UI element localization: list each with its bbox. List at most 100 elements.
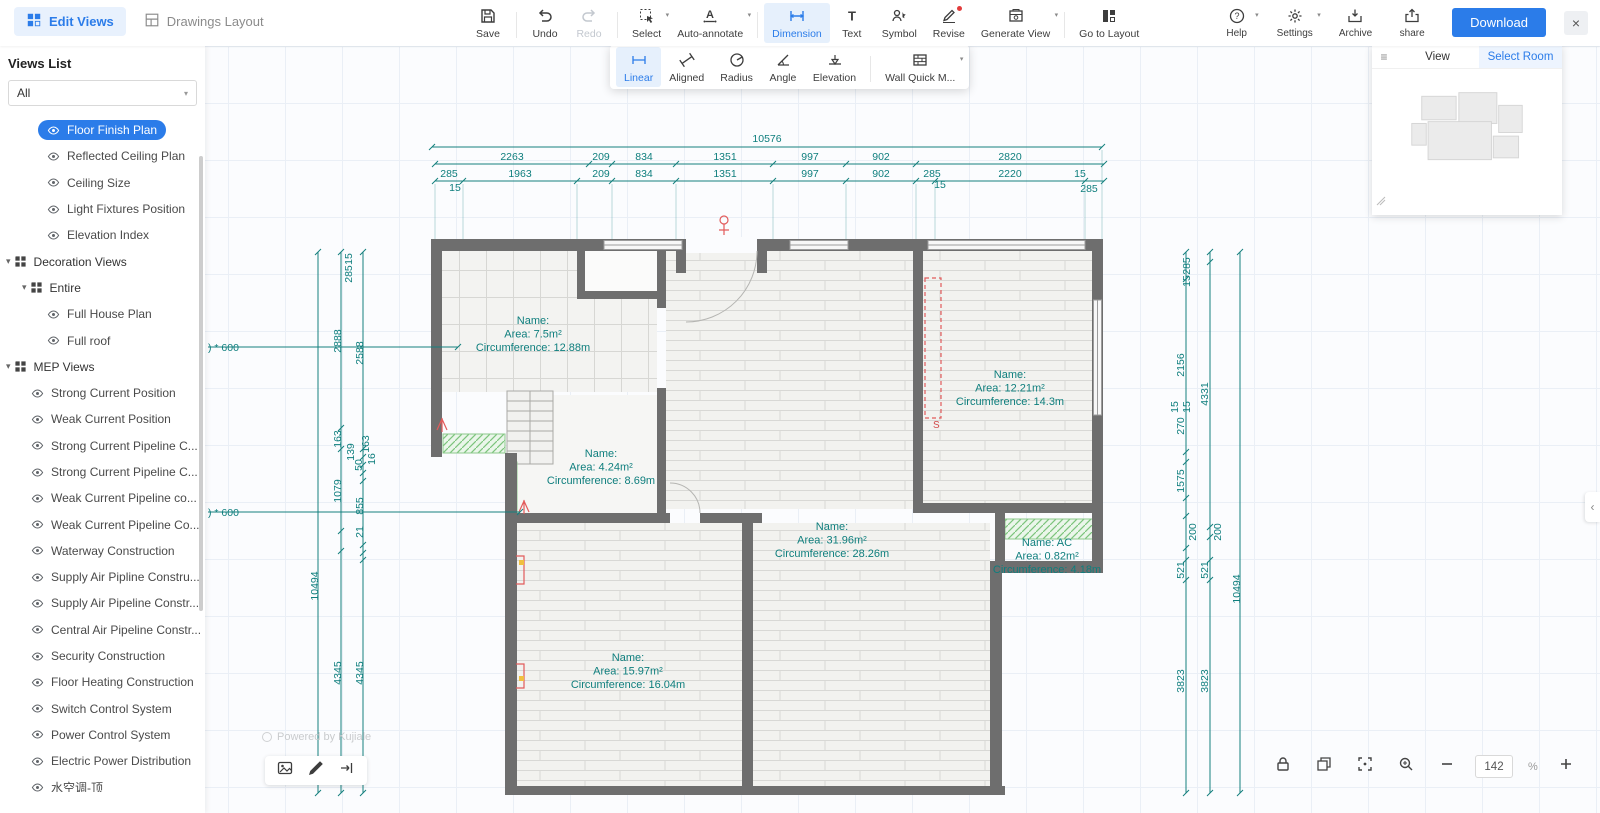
drawings-layout-tab[interactable]: Drawings Layout [144, 12, 264, 31]
tab-view[interactable]: View [1396, 45, 1479, 68]
symbol-icon [890, 7, 908, 25]
view-item-label: MEP Views [34, 360, 95, 374]
zoom-area-button[interactable] [1393, 755, 1419, 778]
settings-button[interactable]: Settings▾ [1269, 3, 1321, 42]
dimension-button[interactable]: Dimension [764, 3, 830, 43]
view-item-row[interactable]: Central Air Pipeline Constr... [0, 617, 205, 643]
generate-view-button[interactable]: Generate View▾ [973, 3, 1058, 43]
drawing-canvas[interactable] [0, 46, 1600, 813]
linear-icon [630, 51, 648, 69]
toolbar-separator [516, 12, 517, 38]
view-icon [47, 176, 60, 189]
redo-icon [580, 7, 598, 25]
go-to-layout-button[interactable]: Go to Layout [1071, 3, 1147, 43]
markup-button[interactable] [303, 759, 329, 782]
redo-button[interactable]: Redo [567, 3, 611, 43]
views-filter-dropdown[interactable]: All ▾ [8, 80, 197, 106]
symbol-button[interactable]: Symbol [874, 3, 925, 43]
view-item-row[interactable]: Floor Heating Construction [0, 669, 205, 695]
panel-collapse-handle[interactable]: ‹ [1585, 492, 1600, 522]
view-item-row[interactable]: Switch Control System [0, 696, 205, 722]
aligned-button[interactable]: Aligned [661, 47, 712, 87]
view-item-row[interactable]: Full House Plan [0, 301, 205, 327]
image-button[interactable] [272, 759, 298, 782]
view-item-row[interactable]: Light Fixtures Position [0, 196, 205, 222]
undo-button[interactable]: Undo [523, 3, 567, 43]
drawings-layout-icon [144, 12, 160, 31]
view-item-content: Strong Current Position [22, 383, 185, 403]
archive-button[interactable]: Archive [1331, 3, 1380, 42]
view-item-row[interactable]: Full roof [0, 327, 205, 353]
angle-button[interactable]: Angle [761, 47, 805, 87]
view-item-content: Decoration Views [14, 252, 136, 272]
view-item-row[interactable]: Waterway Construction [0, 538, 205, 564]
view-item-row[interactable]: Weak Current Pipeline Co... [0, 511, 205, 537]
chevron-down-icon[interactable]: ▾ [22, 282, 27, 293]
mini-map[interactable] [1372, 69, 1562, 214]
view-icon [47, 150, 60, 163]
view-item-row[interactable]: Strong Current Pipeline C... [0, 459, 205, 485]
view-item-row[interactable]: Weak Current Position [0, 406, 205, 432]
fit-screen-button[interactable] [1352, 755, 1378, 778]
view-item-row[interactable]: Ceiling Size [0, 170, 205, 196]
view-item-row[interactable]: Strong Current Position [0, 380, 205, 406]
views-group-row[interactable]: ▾ Entire [0, 275, 205, 301]
view-item-row[interactable]: Weak Current Pipeline co... [0, 485, 205, 511]
image-icon [276, 759, 294, 782]
panel-resize-handle[interactable] [1376, 193, 1386, 211]
view-icon [31, 387, 44, 400]
view-item-row[interactable]: Power Control System [0, 722, 205, 748]
chevron-down-icon[interactable]: ▾ [6, 361, 11, 372]
chevron-down-icon[interactable]: ▾ [6, 256, 11, 267]
view-item-label: Supply Air Pipline Constru... [51, 570, 200, 584]
mini-map-plan [1381, 83, 1553, 201]
zoom-out-button[interactable] [1434, 755, 1460, 778]
lock-button[interactable] [1270, 755, 1296, 778]
save-icon [479, 7, 497, 25]
views-group-row[interactable]: ▾ MEP Views [0, 354, 205, 380]
zoom-level-input[interactable] [1475, 755, 1513, 778]
layers-icon [1315, 755, 1333, 778]
view-item-row[interactable]: Electric Power Distribution [0, 748, 205, 774]
panel-menu-icon[interactable]: ≡ [1372, 45, 1396, 68]
elevation-button[interactable]: Elevation [805, 47, 864, 87]
text-button[interactable]: TText [830, 3, 874, 43]
views-group-row[interactable]: ▾Decoration Views [0, 248, 205, 274]
view-panel-header: ≡ View Select Room [1372, 45, 1562, 69]
view-icon [47, 308, 60, 321]
view-icon [31, 544, 44, 557]
linear-button[interactable]: Linear [616, 47, 661, 87]
edit-views-tab[interactable]: Edit Views [14, 7, 126, 36]
share-button[interactable]: share [1390, 3, 1434, 42]
topbar-left: Edit Views Drawings Layout [14, 7, 264, 36]
tab-select-room[interactable]: Select Room [1479, 45, 1562, 68]
view-item-content: Light Fixtures Position [38, 199, 194, 219]
radius-button[interactable]: Radius [712, 47, 761, 87]
view-item-row[interactable]: Supply Air Pipeline Constr... [0, 590, 205, 616]
help-button[interactable]: ?Help▾ [1215, 3, 1259, 42]
select-button[interactable]: Select▾ [624, 3, 669, 43]
view-item-row[interactable]: Supply Air Pipline Constru... [0, 564, 205, 590]
view-item-label: Entire [50, 281, 81, 295]
view-item-row[interactable]: Security Construction [0, 643, 205, 669]
zoom-in-button[interactable] [1553, 755, 1579, 778]
download-button[interactable]: Download [1452, 8, 1546, 37]
view-item-row[interactable]: Elevation Index [0, 222, 205, 248]
close-button[interactable]: × [1564, 11, 1588, 35]
views-list-title: Views List [0, 46, 205, 80]
view-item-row[interactable]: Reflected Ceiling Plan [0, 143, 205, 169]
view-item-row[interactable]: Floor Finish Plan [0, 117, 205, 143]
view-icon [31, 518, 44, 531]
wall-quick-measure-button[interactable]: Wall Quick M...▾ [877, 47, 963, 87]
layers-button[interactable] [1311, 755, 1337, 778]
view-item-label: Strong Current Position [51, 386, 176, 400]
sidebar-scrollbar[interactable] [199, 156, 203, 611]
revise-button[interactable]: Revise [925, 3, 973, 43]
view-item-row[interactable]: 水空调-顶 [0, 774, 205, 792]
auto-annotate-button[interactable]: AAuto-annotate▾ [669, 3, 751, 43]
fit-screen-icon [1356, 755, 1374, 778]
view-icon [31, 413, 44, 426]
save-button[interactable]: Save [466, 3, 510, 43]
measure-button[interactable] [334, 759, 360, 782]
view-item-row[interactable]: Strong Current Pipeline C... [0, 433, 205, 459]
